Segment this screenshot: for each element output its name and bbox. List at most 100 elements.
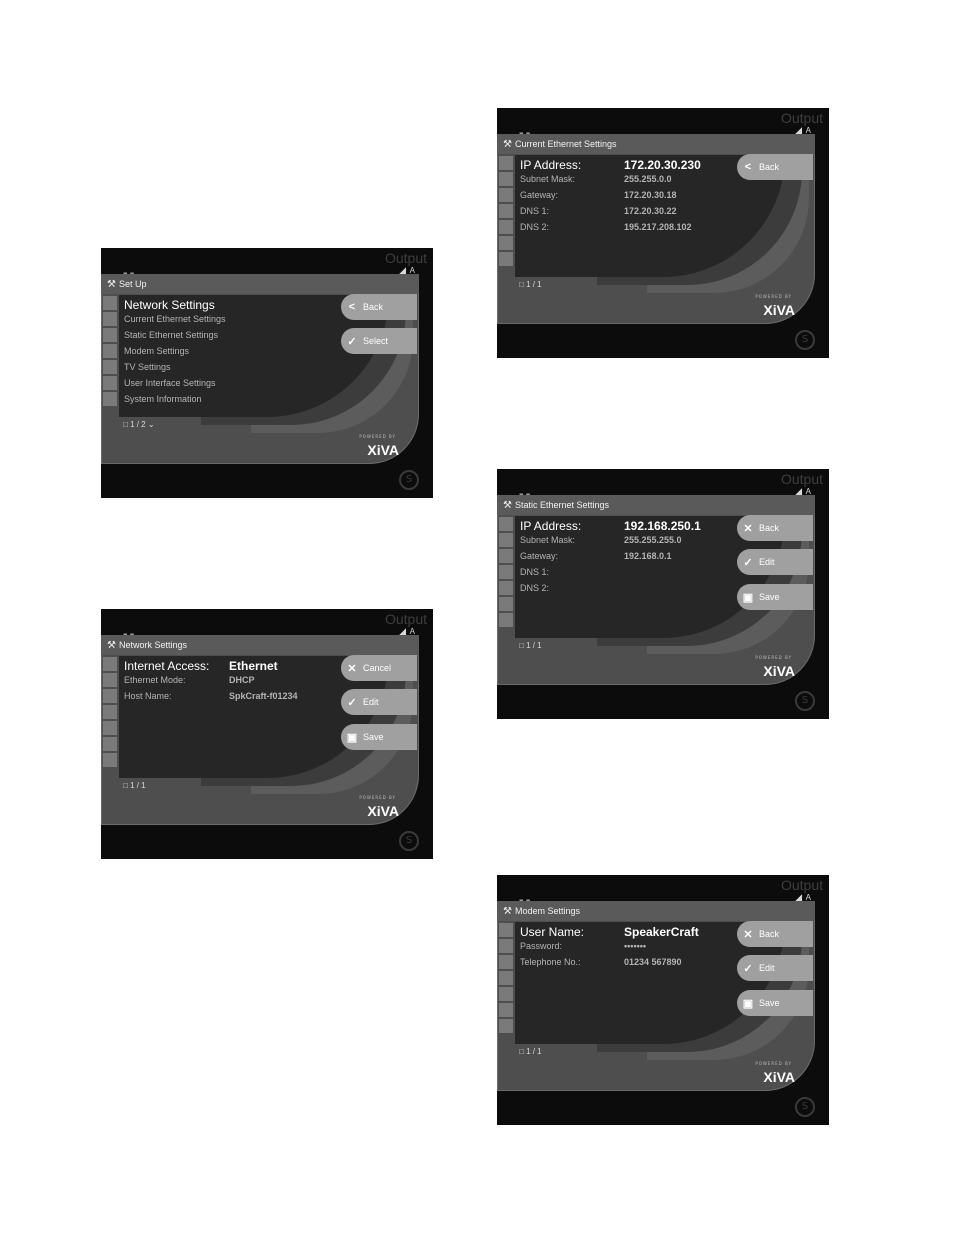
static-ethernet-screen: Output ◢ A ▪▪ ⚒ Static Ethernet Settings… xyxy=(497,469,829,719)
save-button[interactable]: ▣ Save xyxy=(737,584,813,610)
side-tab[interactable] xyxy=(499,581,513,595)
cross-icon: ✕ xyxy=(347,662,357,675)
wrench-icon: ⚒ xyxy=(503,906,512,917)
check-icon: ✓ xyxy=(743,962,753,975)
select-button[interactable]: ✓ Select xyxy=(341,328,417,354)
output-label: Output xyxy=(780,110,823,126)
side-tab[interactable] xyxy=(499,987,513,1001)
side-tabs xyxy=(499,923,513,1035)
side-tab[interactable] xyxy=(103,689,117,703)
screen-title: Modem Settings xyxy=(515,906,581,916)
edit-button[interactable]: ✓ Edit xyxy=(737,549,813,575)
side-tab[interactable] xyxy=(499,533,513,547)
speakercraft-logo-icon: S xyxy=(399,470,419,490)
side-tab[interactable] xyxy=(499,172,513,186)
xiva-logo: XiVA xyxy=(367,442,399,458)
side-tab[interactable] xyxy=(499,955,513,969)
side-tab[interactable] xyxy=(499,156,513,170)
back-arrow-icon: < xyxy=(348,301,356,313)
side-tabs xyxy=(499,517,513,629)
powered-by-label: POWERED BY xyxy=(755,655,792,660)
side-tab[interactable] xyxy=(499,1003,513,1017)
title-bar xyxy=(101,274,419,294)
output-label: Output xyxy=(384,250,427,266)
check-icon: ✓ xyxy=(347,335,357,348)
side-tab[interactable] xyxy=(499,549,513,563)
powered-by-label: POWERED BY xyxy=(359,795,396,800)
back-button[interactable]: ✕ Back xyxy=(737,515,813,541)
check-icon: ✓ xyxy=(743,556,753,569)
cancel-button[interactable]: ✕ Cancel xyxy=(341,655,417,681)
speakercraft-logo-icon: S xyxy=(795,691,815,711)
side-tab[interactable] xyxy=(103,360,117,374)
xiva-logo: XiVA xyxy=(763,663,795,679)
page-indicator: □ 1 / 1 xyxy=(123,781,146,790)
chevron-down-icon[interactable]: ⌄ xyxy=(148,420,155,429)
save-button[interactable]: ▣ Save xyxy=(341,724,417,750)
back-button[interactable]: < Back xyxy=(341,294,417,320)
side-tab[interactable] xyxy=(499,188,513,202)
network-settings-screen: Output ◢ A ▪▪ ⚒ Network Settings Interne… xyxy=(101,609,433,859)
output-label: Output xyxy=(384,611,427,627)
side-tab[interactable] xyxy=(103,753,117,767)
side-tab[interactable] xyxy=(499,971,513,985)
side-tab[interactable] xyxy=(103,737,117,751)
edit-button[interactable]: ✓ Edit xyxy=(341,689,417,715)
side-tabs xyxy=(103,657,117,769)
side-tab[interactable] xyxy=(103,705,117,719)
side-tab[interactable] xyxy=(499,565,513,579)
speakercraft-logo-icon: S xyxy=(795,1097,815,1117)
back-arrow-icon: < xyxy=(744,161,752,173)
side-tab[interactable] xyxy=(103,312,117,326)
side-tab[interactable] xyxy=(499,939,513,953)
cross-icon: ✕ xyxy=(743,928,753,941)
speakercraft-logo-icon: S xyxy=(795,330,815,350)
side-tab[interactable] xyxy=(103,376,117,390)
side-tab[interactable] xyxy=(499,597,513,611)
side-tab[interactable] xyxy=(103,721,117,735)
output-label: Output xyxy=(780,877,823,893)
powered-by-label: POWERED BY xyxy=(359,434,396,439)
side-tab[interactable] xyxy=(499,236,513,250)
save-button[interactable]: ▣ Save xyxy=(737,990,813,1016)
side-tab[interactable] xyxy=(499,1019,513,1033)
side-tab[interactable] xyxy=(499,613,513,627)
current-ethernet-screen: Output ◢ A ▪▪ ⚒ Current Ethernet Setting… xyxy=(497,108,829,358)
side-tab[interactable] xyxy=(499,220,513,234)
wrench-icon: ⚒ xyxy=(503,139,512,150)
check-icon: ✓ xyxy=(347,696,357,709)
save-icon: ▣ xyxy=(742,997,754,1010)
speakercraft-logo-icon: S xyxy=(399,831,419,851)
cross-icon: ✕ xyxy=(743,522,753,535)
xiva-logo: XiVA xyxy=(763,302,795,318)
back-button[interactable]: ✕ Back xyxy=(737,921,813,947)
modem-settings-screen: Output ◢ A ▪▪ ⚒ Modem Settings User Name… xyxy=(497,875,829,1125)
save-icon: ▣ xyxy=(346,731,358,744)
side-tab[interactable] xyxy=(103,673,117,687)
powered-by-label: POWERED BY xyxy=(755,294,792,299)
screen-title: Network Settings xyxy=(119,640,188,650)
setup-screen: Output ◢ A ▪▪ ⚒ Set Up Network Settings … xyxy=(101,248,433,498)
xiva-logo: XiVA xyxy=(367,803,399,819)
wrench-icon: ⚒ xyxy=(107,279,116,290)
side-tab[interactable] xyxy=(499,252,513,266)
side-tab[interactable] xyxy=(103,296,117,310)
page-indicator: □ 1 / 1 xyxy=(519,641,542,650)
screen-title: Set Up xyxy=(119,279,147,289)
wrench-icon: ⚒ xyxy=(107,640,116,651)
save-icon: ▣ xyxy=(742,591,754,604)
output-label: Output xyxy=(780,471,823,487)
side-tab[interactable] xyxy=(499,204,513,218)
edit-button[interactable]: ✓ Edit xyxy=(737,955,813,981)
side-tab[interactable] xyxy=(499,923,513,937)
side-tab[interactable] xyxy=(103,344,117,358)
wrench-icon: ⚒ xyxy=(503,500,512,511)
side-tab[interactable] xyxy=(103,657,117,671)
screen-title: Current Ethernet Settings xyxy=(515,139,617,149)
back-button[interactable]: < Back xyxy=(737,154,813,180)
side-tab[interactable] xyxy=(103,328,117,342)
side-tab[interactable] xyxy=(103,392,117,406)
page-indicator: □ 1 / 1 xyxy=(519,1047,542,1056)
side-tab[interactable] xyxy=(499,517,513,531)
screen-title: Static Ethernet Settings xyxy=(515,500,610,510)
